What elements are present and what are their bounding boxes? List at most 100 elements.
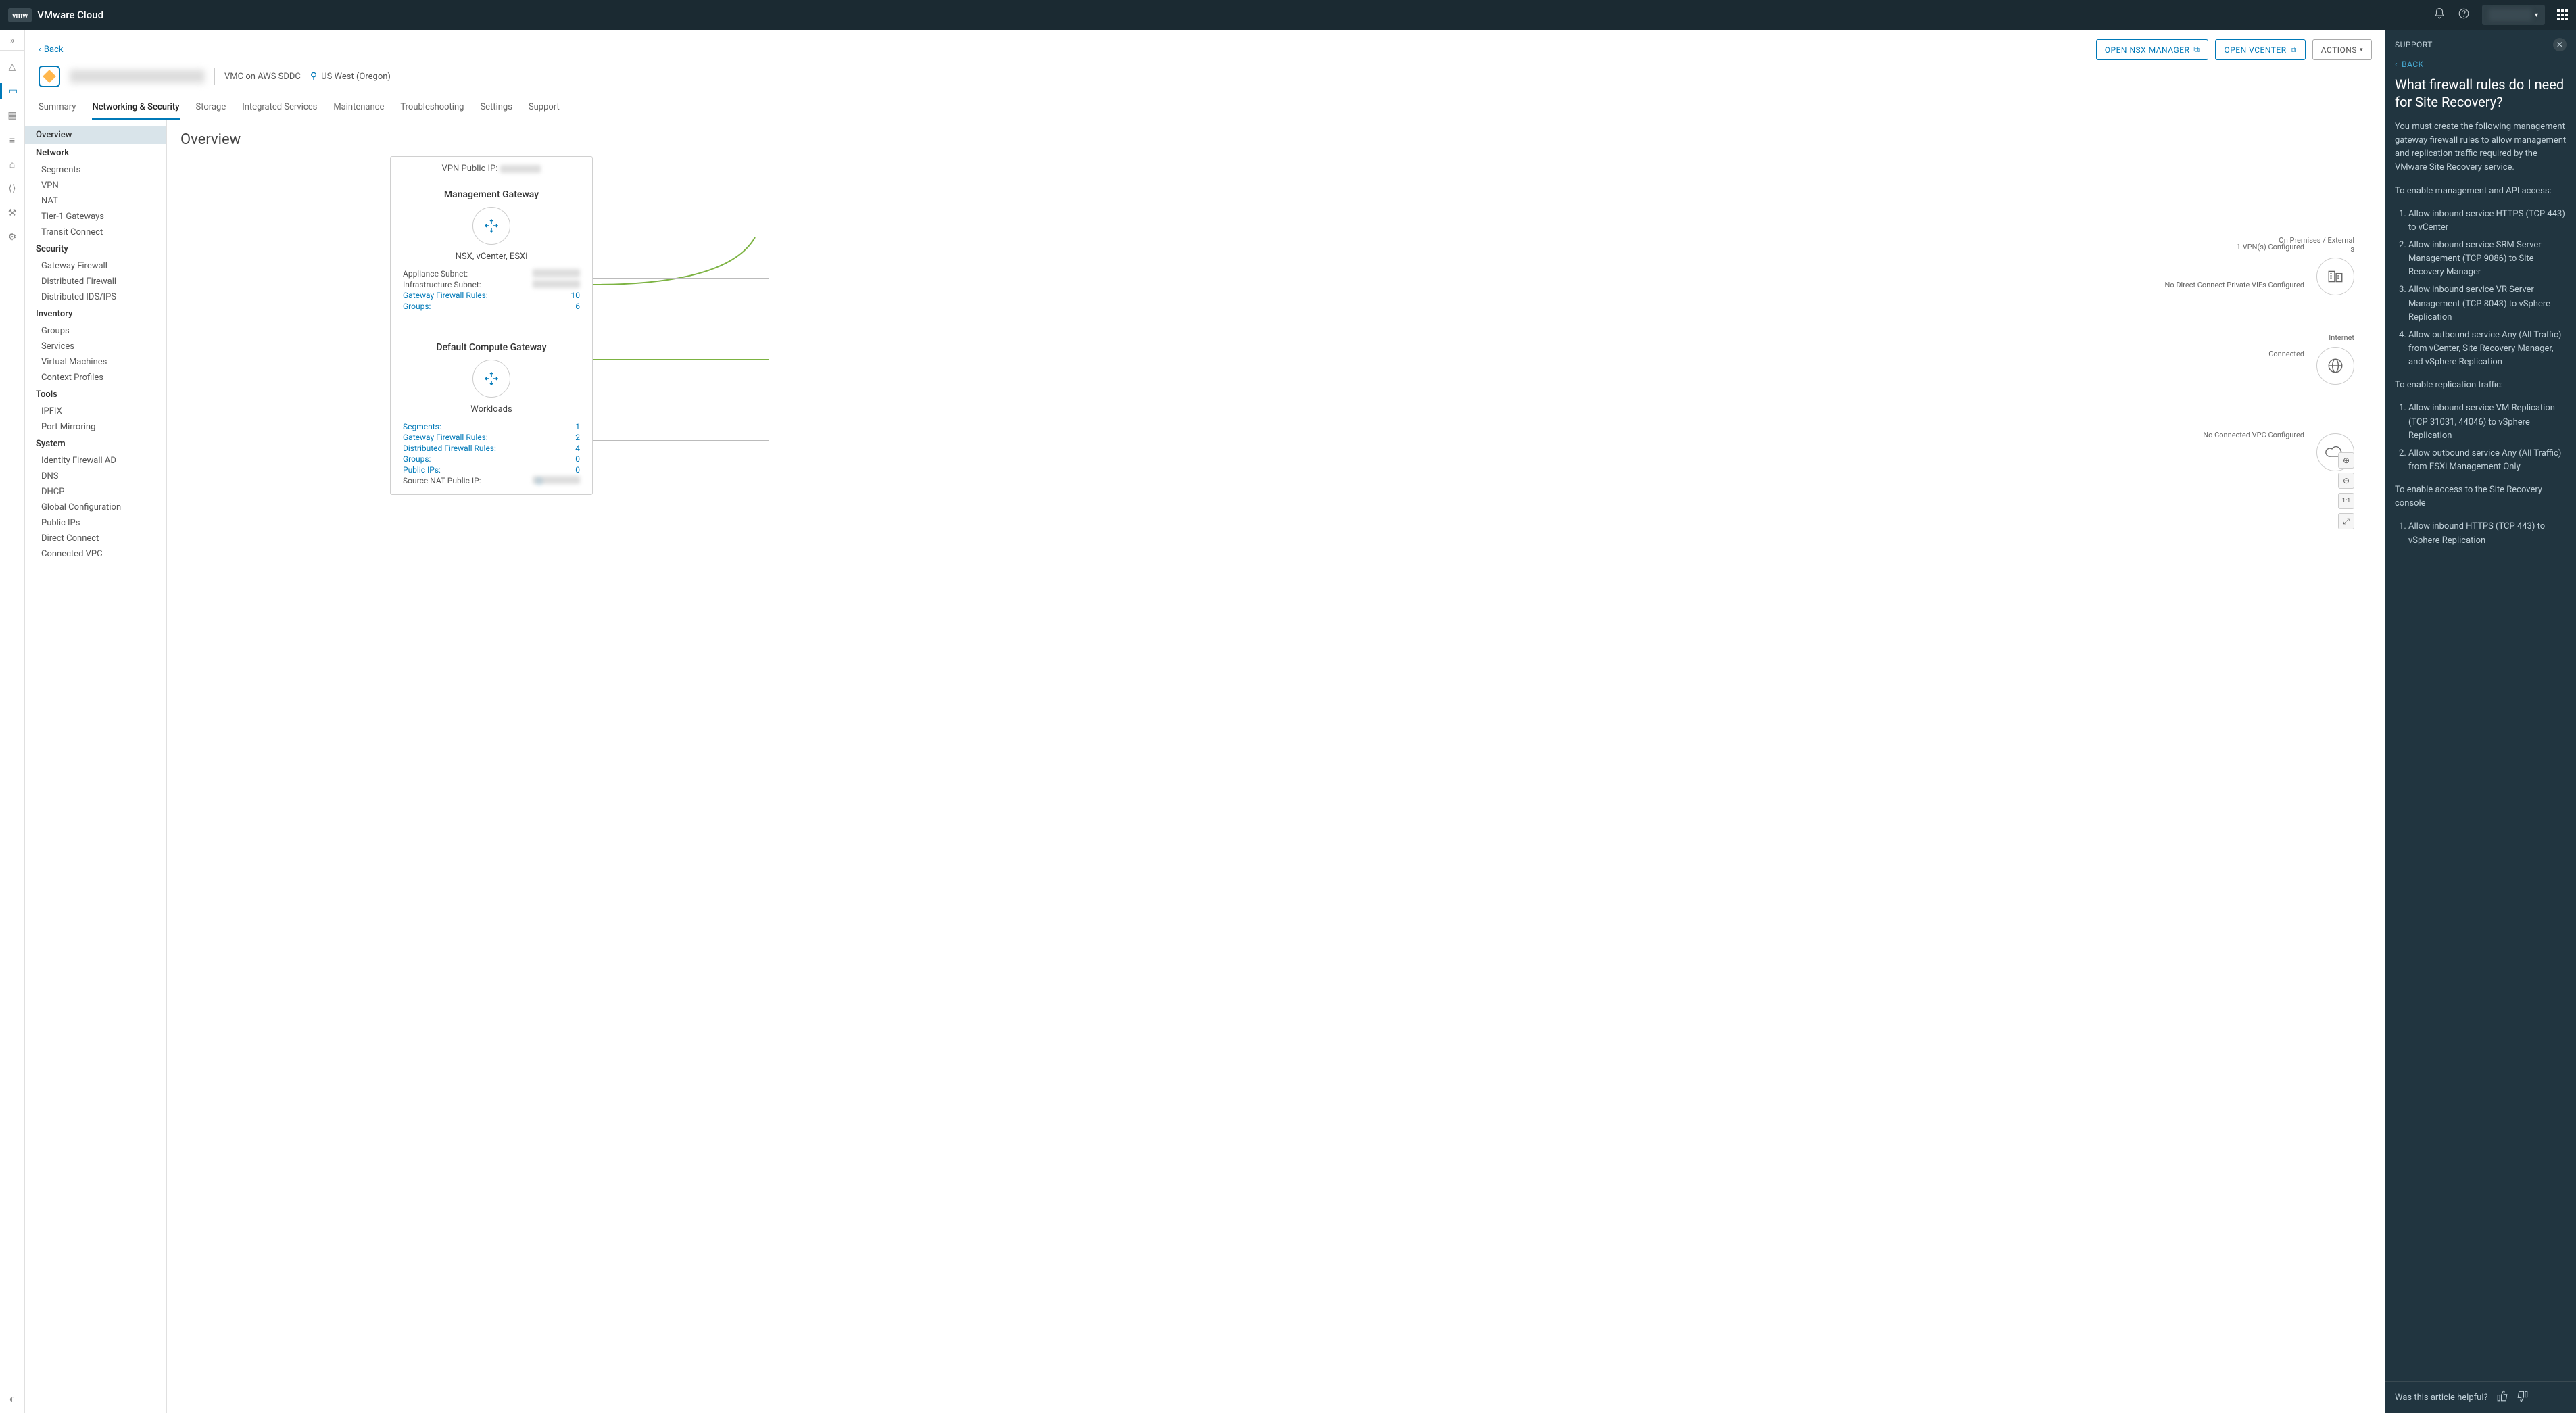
brand-title: VMware Cloud [37, 9, 103, 21]
kv-row: Infrastructure Subnet: [403, 279, 580, 290]
kv-value [533, 280, 580, 288]
thumbs-up-icon[interactable] [2496, 1390, 2508, 1405]
kv-value[interactable]: 4 [575, 444, 580, 453]
dark-mode-icon[interactable]: ◐ [9, 1393, 15, 1405]
sidenav-item-services[interactable]: Services [25, 339, 166, 354]
support-list-item: Allow outbound service Any (All Traffic)… [2408, 447, 2567, 474]
rail-collapse-icon[interactable]: » [0, 35, 24, 51]
zoom-controls: ⊕ ⊖ 1:1 ⤢ [2338, 452, 2354, 529]
rail-item-5[interactable]: ⌂ [0, 156, 24, 172]
rail-item-6[interactable]: ⟨⟩ [0, 181, 24, 197]
sidenav-group-network: Network [25, 144, 166, 162]
sidenav-item-transit-connect[interactable]: Transit Connect [25, 224, 166, 240]
left-rail: » △ ▭ ▦ ≡ ⌂ ⟨⟩ ⚒ ⚙ ◐ [0, 30, 25, 1413]
support-back-link[interactable]: ‹BACK [2385, 59, 2576, 76]
kv-row: Appliance Subnet: [403, 268, 580, 279]
thumbs-down-icon[interactable] [2517, 1390, 2529, 1405]
bell-icon[interactable] [2433, 7, 2446, 23]
kv-key[interactable]: Groups: [403, 302, 431, 311]
overview-canvas: Overview VPN Public IP: Management Gatew… [167, 120, 2385, 1413]
sidenav-item-port-mirroring[interactable]: Port Mirroring [25, 419, 166, 435]
sidenav-item-public-ips[interactable]: Public IPs [25, 515, 166, 531]
internet-label: Internet [2329, 333, 2354, 342]
tab-support[interactable]: Support [529, 97, 560, 120]
tab-storage[interactable]: Storage [196, 97, 226, 120]
help-icon[interactable] [2458, 7, 2470, 23]
sidenav-item-context-profiles[interactable]: Context Profiles [25, 370, 166, 385]
helpful-label: Was this article helpful? [2395, 1393, 2488, 1403]
rail-item-1[interactable]: △ [0, 59, 24, 75]
kv-key[interactable]: Segments: [403, 422, 441, 431]
support-list-item: Allow inbound service VM Replication (TC… [2408, 402, 2567, 442]
sidenav-group-system: System [25, 435, 166, 453]
vpn-edge-label: 1 VPN(s) Configured [2237, 243, 2304, 252]
tab-maintenance[interactable]: Maintenance [333, 97, 384, 120]
support-head-label: SUPPORT [2395, 40, 2433, 49]
kv-row: Public IPs: 0 [403, 464, 580, 475]
sidenav-item-tier-gateways[interactable]: Tier-1 Gateways [25, 209, 166, 224]
support-title: What firewall rules do I need for Site R… [2385, 76, 2576, 120]
support-list-item: Allow inbound service SRM Server Managem… [2408, 239, 2567, 279]
connected-edge-label: Connected [2268, 350, 2304, 358]
zoom-fit-button[interactable]: 1:1 [2338, 493, 2354, 509]
rail-item-4[interactable]: ≡ [0, 132, 24, 148]
sidenav-item-global-configuration[interactable]: Global Configuration [25, 500, 166, 515]
kv-value[interactable]: 1 [575, 422, 580, 431]
support-list-item: Allow inbound service VR Server Manageme… [2408, 283, 2567, 324]
compute-gw-title: Default Compute Gateway [403, 342, 580, 353]
kv-value[interactable]: 0 [575, 465, 580, 475]
kv-key[interactable]: Distributed Firewall Rules: [403, 444, 496, 453]
rail-item-3[interactable]: ▦ [0, 107, 24, 124]
tab-networking-security[interactable]: Networking & Security [92, 97, 179, 120]
mgmt-gw-sub: NSX, vCenter, ESXi [403, 252, 580, 262]
rail-item-7[interactable]: ⚒ [0, 205, 24, 221]
sidenav-overview[interactable]: Overview [25, 126, 166, 144]
sidenav-item-vpn[interactable]: VPN [25, 178, 166, 193]
zoom-out-button[interactable]: ⊖ [2338, 473, 2354, 489]
onprem-node-icon [2316, 258, 2354, 295]
rail-item-8[interactable]: ⚙ [0, 229, 24, 245]
sidenav-item-nat[interactable]: NAT [25, 193, 166, 209]
sidenav-item-virtual-machines[interactable]: Virtual Machines [25, 354, 166, 370]
sddc-icon [39, 66, 60, 87]
kv-key[interactable]: Groups: [403, 454, 431, 464]
sidenav-item-ipfix[interactable]: IPFIX [25, 404, 166, 419]
kv-key[interactable]: Gateway Firewall Rules: [403, 291, 488, 300]
kv-key[interactable]: Public IPs: [403, 465, 441, 475]
kv-value[interactable]: 2 [575, 433, 580, 442]
kv-value[interactable]: 6 [575, 302, 580, 311]
actions-button[interactable]: ACTIONS▾ [2312, 39, 2372, 60]
kv-key[interactable]: Gateway Firewall Rules: [403, 433, 488, 442]
sidenav-item-gateway-firewall[interactable]: Gateway Firewall [25, 258, 166, 274]
external-link-icon: ⧉ [2193, 45, 2200, 55]
zoom-in-button[interactable]: ⊕ [2338, 452, 2354, 469]
sidenav-item-direct-connect[interactable]: Direct Connect [25, 531, 166, 546]
back-link[interactable]: ‹Back [39, 45, 63, 55]
sidenav-item-identity-firewall-ad[interactable]: Identity Firewall AD [25, 453, 166, 469]
tab-summary[interactable]: Summary [39, 97, 76, 120]
sidenav-item-distributed-ids-ips[interactable]: Distributed IDS/IPS [25, 289, 166, 305]
kv-value[interactable]: 0 [575, 454, 580, 464]
sidenav-item-connected-vpc[interactable]: Connected VPC [25, 546, 166, 562]
kv-row: Groups: 6 [403, 301, 580, 312]
open-vcenter-button[interactable]: OPEN VCENTER⧉ [2215, 39, 2305, 60]
zoom-reset-button[interactable]: ⤢ [2338, 513, 2354, 529]
tab-settings[interactable]: Settings [480, 97, 512, 120]
user-menu[interactable]: ▾ [2482, 5, 2545, 25]
sidenav-item-segments[interactable]: Segments [25, 162, 166, 178]
open-nsx-button[interactable]: OPEN NSX MANAGER⧉ [2096, 39, 2209, 60]
apps-icon[interactable] [2557, 9, 2568, 20]
support-panel: SUPPORT ✕ ‹BACK What firewall rules do I… [2385, 30, 2576, 1413]
info-icon[interactable]: ⓘ [535, 477, 543, 486]
sidenav-item-dhcp[interactable]: DHCP [25, 484, 166, 500]
kv-value[interactable]: 10 [571, 291, 581, 300]
tab-integrated-services[interactable]: Integrated Services [242, 97, 317, 120]
sidenav-item-distributed-firewall[interactable]: Distributed Firewall [25, 274, 166, 289]
close-icon[interactable]: ✕ [2553, 38, 2567, 51]
sidenav-item-dns[interactable]: DNS [25, 469, 166, 484]
kv-row: Source NAT Public IP:ⓘ [403, 475, 580, 486]
tab-troubleshooting[interactable]: Troubleshooting [400, 97, 464, 120]
kv-row: Segments: 1 [403, 421, 580, 432]
sidenav-item-groups[interactable]: Groups [25, 323, 166, 339]
rail-item-2[interactable]: ▭ [0, 83, 24, 99]
